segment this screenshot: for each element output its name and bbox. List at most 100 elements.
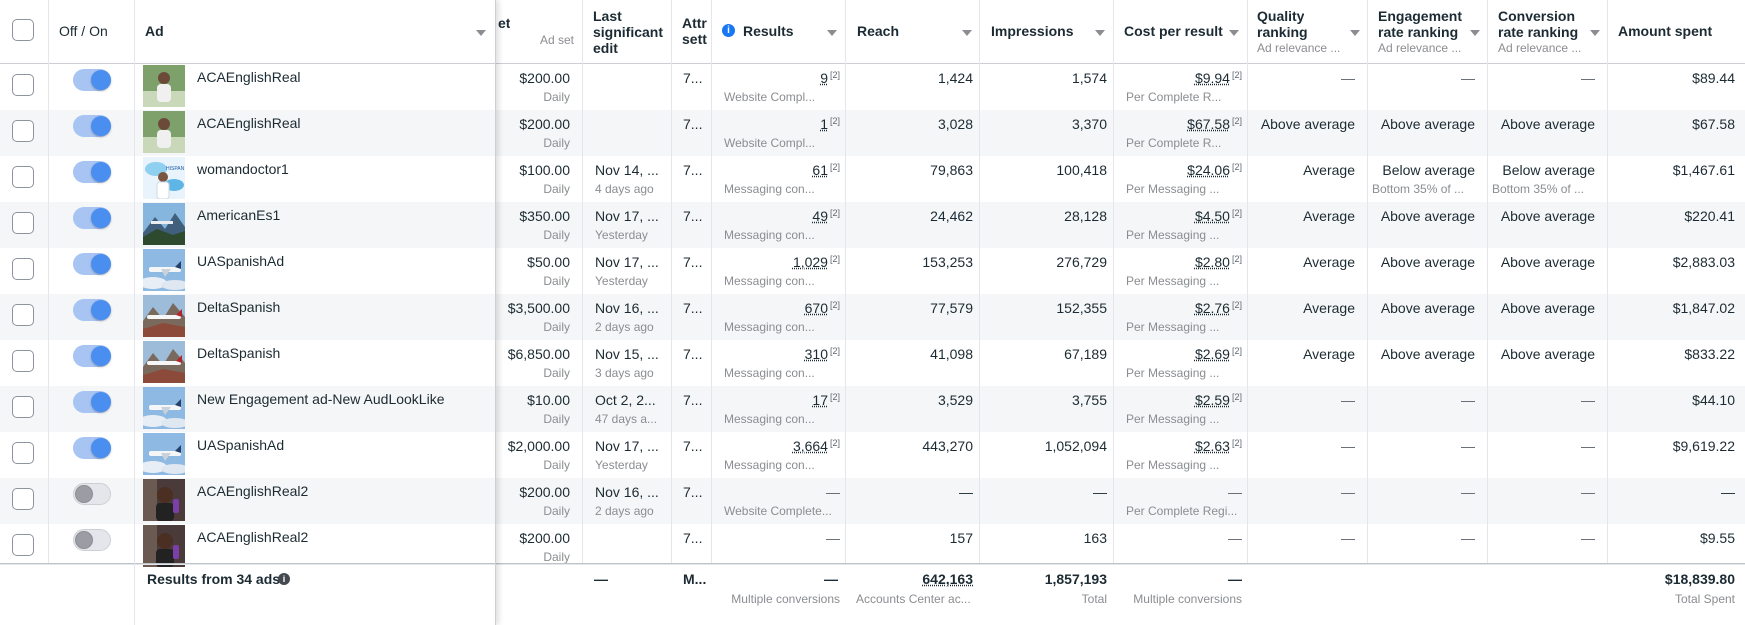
- ad-results[interactable]: 61 [2]: [712, 162, 840, 178]
- ad-results[interactable]: 17 [2]: [712, 392, 840, 408]
- ad-results[interactable]: 3,664 [2]: [712, 438, 840, 454]
- ad-thumbnail[interactable]: [143, 341, 185, 383]
- ad-cost-per-result[interactable]: $2.63 [2]: [1114, 438, 1242, 454]
- col-off-on[interactable]: Off / On: [59, 23, 108, 39]
- ad-name[interactable]: ACAEnglishReal2: [197, 529, 308, 545]
- ad-cost-per-result-type: Per Messaging ...: [1126, 228, 1220, 242]
- ad-budget-type: Daily: [543, 90, 570, 104]
- col-last-edit-1[interactable]: Last: [593, 8, 622, 24]
- ad-status-toggle[interactable]: [73, 437, 111, 459]
- col-conversion-1[interactable]: Conversion: [1498, 8, 1575, 24]
- ad-status-toggle[interactable]: [73, 207, 111, 229]
- col-reach[interactable]: Reach: [857, 23, 899, 39]
- footer-info-icon[interactable]: i: [278, 573, 290, 585]
- ad-last-edit-ago: 4 days ago: [595, 182, 654, 196]
- ad-status-toggle[interactable]: [73, 483, 111, 505]
- ad-name[interactable]: AmericanEs1: [197, 207, 280, 223]
- ad-results[interactable]: 310 [2]: [712, 346, 840, 362]
- ad-results[interactable]: 9 [2]: [712, 70, 840, 86]
- ad-cost-per-result[interactable]: $2.69 [2]: [1114, 346, 1242, 362]
- sort-engagement-icon[interactable]: [1470, 30, 1480, 36]
- row-checkbox[interactable]: [12, 396, 34, 418]
- ad-engagement-ranking: —: [1461, 530, 1475, 546]
- ad-name[interactable]: UASpanishAd: [197, 253, 284, 269]
- col-quality-1[interactable]: Quality: [1257, 8, 1304, 24]
- ad-cost-per-result[interactable]: $24.06 [2]: [1114, 162, 1242, 178]
- footer-reach[interactable]: 642,163: [846, 571, 973, 587]
- ad-thumbnail[interactable]: [143, 387, 185, 429]
- results-info-icon[interactable]: i: [722, 24, 735, 37]
- ad-thumbnail[interactable]: [143, 65, 185, 107]
- ad-cost-per-result[interactable]: $2.59 [2]: [1114, 392, 1242, 408]
- select-all-checkbox[interactable]: [12, 19, 34, 41]
- ad-results[interactable]: 1 [2]: [712, 116, 840, 132]
- sort-impressions-icon[interactable]: [1095, 30, 1105, 36]
- ad-status-toggle[interactable]: [73, 69, 111, 91]
- ad-thumbnail[interactable]: [143, 111, 185, 153]
- ad-status-toggle[interactable]: [73, 115, 111, 137]
- ad-name[interactable]: ACAEnglishReal2: [197, 483, 308, 499]
- row-checkbox[interactable]: [12, 534, 34, 556]
- sort-cost-icon[interactable]: [1229, 30, 1239, 36]
- ad-cost-per-result[interactable]: $2.76 [2]: [1114, 300, 1242, 316]
- col-budget[interactable]: et: [498, 15, 510, 31]
- col-engagement-2[interactable]: rate ranking: [1378, 24, 1458, 40]
- ad-status-toggle[interactable]: [73, 529, 111, 551]
- ad-results[interactable]: 670 [2]: [712, 300, 840, 316]
- sort-conversion-icon[interactable]: [1590, 30, 1600, 36]
- row-checkbox[interactable]: [12, 74, 34, 96]
- col-amount-spent[interactable]: Amount spent: [1618, 23, 1712, 39]
- ad-name[interactable]: DeltaSpanish: [197, 299, 280, 315]
- ad-name[interactable]: DeltaSpanish: [197, 345, 280, 361]
- sort-quality-icon[interactable]: [1350, 30, 1360, 36]
- col-results[interactable]: Results: [743, 23, 794, 39]
- ad-thumbnail[interactable]: [143, 479, 185, 521]
- row-checkbox[interactable]: [12, 488, 34, 510]
- col-engagement-1[interactable]: Engagement: [1378, 8, 1462, 24]
- ad-thumbnail[interactable]: [143, 203, 185, 245]
- ad-status-toggle[interactable]: [73, 345, 111, 367]
- col-last-edit-2[interactable]: significant: [593, 24, 663, 40]
- sort-results-icon[interactable]: [827, 30, 837, 36]
- ad-cost-per-result[interactable]: $67.58 [2]: [1114, 116, 1242, 132]
- ad-cost-per-result[interactable]: $9.94 [2]: [1114, 70, 1242, 86]
- row-checkbox[interactable]: [12, 442, 34, 464]
- col-impressions[interactable]: Impressions: [991, 23, 1073, 39]
- ad-thumbnail[interactable]: HISPAN: [143, 157, 185, 199]
- ad-status-toggle[interactable]: [73, 161, 111, 183]
- ad-name[interactable]: ACAEnglishReal: [197, 115, 301, 131]
- ad-name[interactable]: UASpanishAd: [197, 437, 284, 453]
- row-checkbox[interactable]: [12, 120, 34, 142]
- row-checkbox[interactable]: [12, 212, 34, 234]
- ad-thumbnail[interactable]: [143, 249, 185, 291]
- col-ad[interactable]: Ad: [145, 23, 164, 39]
- ad-cost-per-result[interactable]: $4.50 [2]: [1114, 208, 1242, 224]
- row-checkbox[interactable]: [12, 304, 34, 326]
- sort-reach-icon[interactable]: [962, 30, 972, 36]
- row-checkbox[interactable]: [12, 258, 34, 280]
- ad-name[interactable]: New Engagement ad-New AudLookLike: [197, 391, 445, 407]
- ad-name[interactable]: ACAEnglishReal: [197, 69, 301, 85]
- ad-thumbnail[interactable]: [143, 433, 185, 475]
- row-checkbox[interactable]: [12, 166, 34, 188]
- ad-impressions: 67,189: [1064, 346, 1107, 362]
- ad-results[interactable]: 1,029 [2]: [712, 254, 840, 270]
- ad-status-toggle[interactable]: [73, 253, 111, 275]
- col-cost-per-result[interactable]: Cost per result: [1124, 23, 1223, 39]
- ad-results[interactable]: 49 [2]: [712, 208, 840, 224]
- col-attribution-2[interactable]: sett: [682, 31, 712, 47]
- ad-status-toggle[interactable]: [73, 391, 111, 413]
- col-quality-2[interactable]: ranking: [1257, 24, 1308, 40]
- ad-cost-per-result[interactable]: $2.80 [2]: [1114, 254, 1242, 270]
- col-attribution-1[interactable]: Attr: [682, 15, 712, 31]
- ad-name[interactable]: womandoctor1: [197, 161, 289, 177]
- ad-thumbnail[interactable]: [143, 295, 185, 337]
- row-divider: [0, 564, 1745, 565]
- col-last-edit-3[interactable]: edit: [593, 40, 618, 56]
- ad-status-toggle[interactable]: [73, 299, 111, 321]
- ad-cost-per-result-type: Per Complete R...: [1126, 90, 1222, 104]
- row-checkbox[interactable]: [12, 350, 34, 372]
- ad-thumbnail[interactable]: [143, 525, 185, 567]
- col-conversion-2[interactable]: rate ranking: [1498, 24, 1578, 40]
- sort-ad-icon[interactable]: [476, 30, 486, 36]
